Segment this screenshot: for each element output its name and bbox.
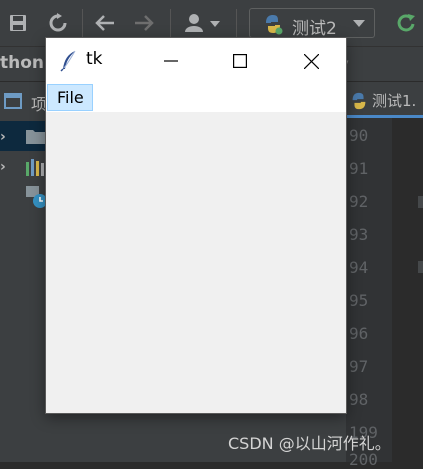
line-number: 95	[349, 291, 369, 310]
minimize-button[interactable]	[148, 38, 194, 84]
feather-icon	[60, 50, 76, 72]
maximize-button[interactable]	[217, 38, 263, 84]
close-icon	[303, 53, 319, 69]
save-icon[interactable]	[6, 11, 30, 35]
fold-marker	[418, 196, 423, 208]
line-number: 94	[349, 258, 369, 277]
project-panel-title: 项	[31, 95, 48, 114]
line-number: 98	[349, 390, 369, 409]
user-dropdown-icon[interactable]	[184, 11, 224, 35]
line-number: 90	[349, 126, 369, 145]
python-file-icon	[352, 92, 366, 110]
sync-icon[interactable]	[46, 11, 70, 35]
line-number: 91	[349, 159, 369, 178]
scratches-icon	[26, 186, 47, 208]
watermark-text: CSDN @以山河作礼。	[228, 434, 391, 453]
editor-tab-label: 测试1.	[372, 92, 417, 110]
chevron-down-icon	[353, 20, 365, 27]
tk-menu-bar: File	[46, 84, 346, 112]
chevron-right-icon[interactable]: ›	[0, 159, 6, 175]
close-button[interactable]	[288, 38, 334, 84]
python-icon	[266, 15, 283, 35]
libraries-icon	[26, 159, 44, 176]
minimize-icon	[164, 60, 178, 62]
editor-tab[interactable]: 测试1.	[346, 82, 423, 118]
run-configuration-label: 测试2	[292, 19, 337, 39]
run-icon[interactable]	[394, 11, 418, 35]
line-number: 92	[349, 192, 369, 211]
back-arrow-icon[interactable]	[93, 11, 117, 35]
line-number: 96	[349, 324, 369, 343]
forward-arrow-icon[interactable]	[132, 11, 156, 35]
window-title: tk	[86, 49, 103, 69]
editor-text-area[interactable]	[392, 118, 423, 462]
tk-window: tk File	[46, 38, 346, 413]
chevron-right-icon[interactable]: ›	[0, 129, 6, 145]
line-number: 97	[349, 357, 369, 376]
folder-icon	[26, 130, 46, 144]
fold-marker	[418, 261, 423, 273]
tk-client-area	[46, 112, 346, 413]
menu-file[interactable]: File	[47, 84, 93, 111]
line-number: 93	[349, 225, 369, 244]
maximize-icon	[233, 54, 247, 68]
run-configuration-dropdown[interactable]: 测试2	[249, 8, 375, 39]
tk-title-bar[interactable]: tk	[46, 38, 346, 84]
project-window-icon	[4, 93, 22, 109]
